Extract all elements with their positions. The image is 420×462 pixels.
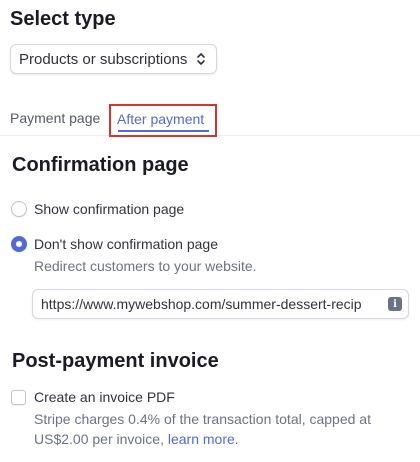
page-root: Select type Products or subscriptions Pa… — [0, 0, 420, 462]
show-confirmation-radio[interactable] — [11, 201, 27, 217]
invoice-heading: Post-payment invoice — [12, 350, 219, 372]
select-type-heading: Select type — [10, 8, 116, 30]
active-tab-indicator — [118, 130, 209, 132]
redirect-description: Redirect customers to your website. — [34, 258, 257, 274]
hide-confirmation-label: Don't show confirmation page — [34, 236, 218, 252]
radio-option-hide-confirmation[interactable]: Don't show confirmation page — [11, 236, 218, 252]
tab-payment-page[interactable]: Payment page — [10, 110, 100, 126]
tab-after-payment-label: After payment — [117, 111, 205, 127]
tab-after-payment[interactable]: After payment — [109, 104, 217, 137]
type-select[interactable]: Products or subscriptions — [10, 44, 217, 74]
create-invoice-checkbox[interactable] — [11, 389, 26, 405]
radio-option-show-confirmation[interactable]: Show confirmation page — [11, 201, 184, 217]
redirect-url-input[interactable]: https://www.mywebshop.com/summer-dessert… — [32, 289, 409, 319]
type-select-value: Products or subscriptions — [19, 50, 188, 68]
hide-confirmation-radio[interactable] — [11, 236, 27, 252]
create-invoice-label: Create an invoice PDF — [34, 389, 175, 405]
updown-chevron-icon — [197, 53, 205, 65]
redirect-url-value: https://www.mywebshop.com/summer-dessert… — [41, 296, 362, 312]
learn-more-link[interactable]: learn more — [168, 431, 235, 447]
confirmation-heading: Confirmation page — [12, 154, 189, 176]
show-confirmation-label: Show confirmation page — [34, 201, 185, 217]
invoice-description: Stripe charges 0.4% of the transaction t… — [34, 409, 404, 449]
invoice-checkbox-row[interactable]: Create an invoice PDF — [11, 389, 175, 405]
info-icon[interactable]: i — [388, 297, 402, 311]
tab-bar: Payment page After payment — [0, 104, 420, 137]
invoice-description-end: . — [234, 431, 239, 447]
